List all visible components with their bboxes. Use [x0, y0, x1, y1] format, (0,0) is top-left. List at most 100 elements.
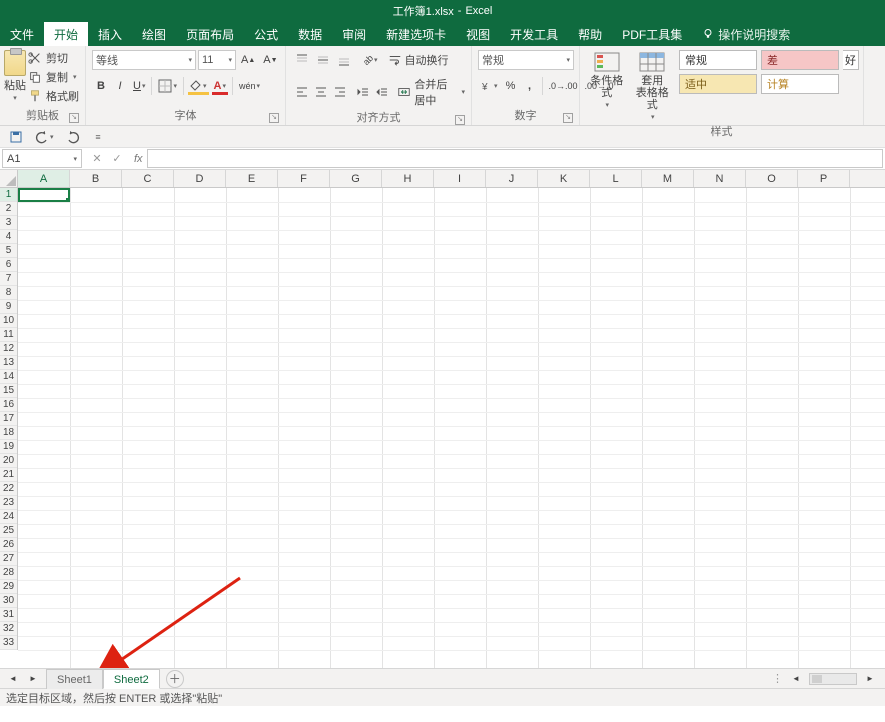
font-size-dropdown[interactable]: 11▾ — [198, 50, 236, 70]
row-header[interactable]: 2 — [0, 202, 17, 216]
sheet-tab-sheet2[interactable]: Sheet2 — [103, 669, 160, 689]
paste-dropdown-caret[interactable]: ▾ — [13, 94, 17, 102]
column-header[interactable]: F — [278, 170, 330, 187]
column-header[interactable]: D — [174, 170, 226, 187]
row-header[interactable]: 4 — [0, 230, 17, 244]
row-header[interactable]: 21 — [0, 468, 17, 482]
row-header[interactable]: 12 — [0, 342, 17, 356]
borders-button[interactable]: ▾ — [155, 76, 180, 96]
new-sheet-button[interactable]: ＋ — [166, 670, 184, 688]
tab-file[interactable]: 文件 — [0, 22, 44, 46]
tab-draw[interactable]: 绘图 — [132, 22, 176, 46]
row-header[interactable]: 3 — [0, 216, 17, 230]
worksheet-grid[interactable]: ABCDEFGHIJKLMNOP 12345678910111213141516… — [0, 170, 885, 668]
tab-review[interactable]: 审阅 — [332, 22, 376, 46]
row-header[interactable]: 15 — [0, 384, 17, 398]
cut-button[interactable]: 剪切 — [28, 50, 79, 66]
paste-button[interactable]: 粘贴 ▾ — [4, 48, 26, 102]
qat-save-button[interactable] — [6, 128, 26, 146]
hscroll-track[interactable] — [809, 673, 857, 685]
column-header[interactable]: N — [694, 170, 746, 187]
column-header[interactable]: J — [486, 170, 538, 187]
comma-button[interactable]: , — [521, 76, 539, 96]
increase-indent-button[interactable] — [372, 82, 390, 102]
hscroll-right[interactable]: ► — [861, 669, 879, 689]
clipboard-launcher[interactable]: ↘ — [69, 113, 79, 123]
column-header[interactable]: C — [122, 170, 174, 187]
merge-center-button[interactable]: 合并后居中▾ — [397, 76, 465, 108]
cell-style-good-partial[interactable]: 好 — [843, 50, 859, 70]
column-header[interactable]: K — [538, 170, 590, 187]
row-header[interactable]: 22 — [0, 482, 17, 496]
tab-help[interactable]: 帮助 — [568, 22, 612, 46]
qat-undo-button[interactable]: ▾ — [32, 128, 57, 146]
format-as-table-button[interactable]: 套用 表格格式▾ — [632, 50, 674, 124]
alignment-launcher[interactable]: ↘ — [455, 115, 465, 125]
row-header[interactable]: 20 — [0, 454, 17, 468]
format-painter-button[interactable]: 格式刷 — [28, 88, 79, 104]
row-header[interactable]: 30 — [0, 594, 17, 608]
accounting-format-button[interactable]: ¥▾ — [478, 76, 501, 96]
column-header[interactable]: G — [330, 170, 382, 187]
align-bottom-button[interactable] — [334, 50, 354, 70]
column-header[interactable]: M — [642, 170, 694, 187]
tab-pdf-tools[interactable]: PDF工具集 — [612, 22, 692, 46]
row-header[interactable]: 19 — [0, 440, 17, 454]
cell-style-calc[interactable]: 计算 — [761, 74, 839, 94]
percent-button[interactable]: % — [502, 76, 520, 96]
tab-newtab[interactable]: 新建选项卡 — [376, 22, 456, 46]
row-header[interactable]: 31 — [0, 608, 17, 622]
row-header[interactable]: 17 — [0, 412, 17, 426]
tab-view[interactable]: 视图 — [456, 22, 500, 46]
conditional-formatting-button[interactable]: 条件格式▾ — [586, 50, 628, 112]
tab-data[interactable]: 数据 — [288, 22, 332, 46]
cell-style-bad[interactable]: 差 — [761, 50, 839, 70]
decrease-font-button[interactable]: A▼ — [260, 50, 280, 70]
hscroll-left[interactable]: ◄ — [787, 669, 805, 689]
sheet-nav-prev[interactable]: ◄ — [4, 671, 22, 687]
cancel-formula-button[interactable]: ✕ — [88, 150, 106, 168]
number-format-dropdown[interactable]: 常规▾ — [478, 50, 574, 70]
tab-insert[interactable]: 插入 — [88, 22, 132, 46]
column-header[interactable]: E — [226, 170, 278, 187]
orientation-button[interactable]: ab▾ — [360, 50, 381, 70]
tab-dev[interactable]: 开发工具 — [500, 22, 568, 46]
align-center-button[interactable] — [311, 82, 329, 102]
column-header[interactable]: A — [18, 170, 70, 187]
increase-font-button[interactable]: A▲ — [238, 50, 258, 70]
row-header[interactable]: 33 — [0, 636, 17, 650]
row-header[interactable]: 5 — [0, 244, 17, 258]
column-header[interactable]: B — [70, 170, 122, 187]
bold-button[interactable]: B — [92, 76, 110, 96]
decrease-indent-button[interactable] — [353, 82, 371, 102]
row-header[interactable]: 11 — [0, 328, 17, 342]
align-right-button[interactable] — [330, 82, 348, 102]
cell-style-neutral[interactable]: 适中 — [679, 74, 757, 94]
row-header[interactable]: 10 — [0, 314, 17, 328]
qat-redo-button[interactable] — [63, 128, 83, 146]
row-header[interactable]: 28 — [0, 566, 17, 580]
fx-icon[interactable]: fx — [130, 148, 147, 169]
cells-area[interactable] — [18, 188, 885, 668]
row-header[interactable]: 23 — [0, 496, 17, 510]
row-header[interactable]: 7 — [0, 272, 17, 286]
row-header[interactable]: 9 — [0, 300, 17, 314]
row-header[interactable]: 1 — [0, 188, 17, 202]
font-family-dropdown[interactable]: 等线▾ — [92, 50, 196, 70]
column-header[interactable]: L — [590, 170, 642, 187]
underline-button[interactable]: U▾ — [130, 76, 148, 96]
tab-formulas[interactable]: 公式 — [244, 22, 288, 46]
wrap-text-button[interactable]: 自动换行 — [388, 52, 449, 68]
hscroll-thumb[interactable] — [812, 675, 822, 683]
font-launcher[interactable]: ↘ — [269, 113, 279, 123]
cell-style-normal[interactable]: 常规 — [679, 50, 757, 70]
number-launcher[interactable]: ↘ — [563, 113, 573, 123]
row-header[interactable]: 32 — [0, 622, 17, 636]
tell-me-search[interactable]: 操作说明搜索 — [692, 22, 800, 46]
font-color-button[interactable]: A▾ — [211, 76, 229, 96]
split-handle-icon[interactable]: ⋮ — [772, 672, 783, 685]
row-header[interactable]: 27 — [0, 552, 17, 566]
formula-bar-input[interactable] — [147, 149, 883, 168]
align-middle-button[interactable] — [313, 50, 333, 70]
row-header[interactable]: 29 — [0, 580, 17, 594]
